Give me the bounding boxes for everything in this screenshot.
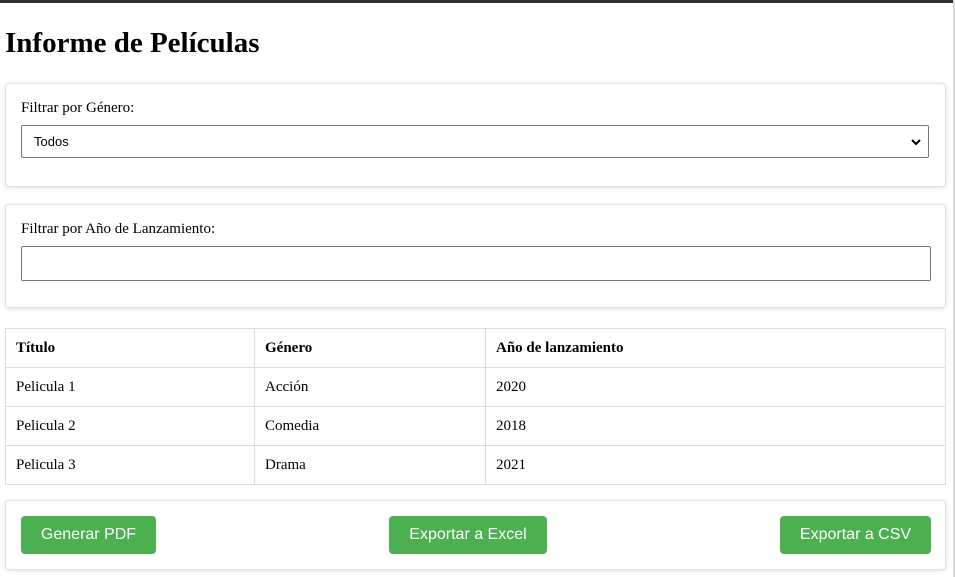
genre-filter-label: Filtrar por Género: [21, 100, 135, 116]
cell-year: 2021 [485, 445, 946, 485]
header-year: Año de lanzamiento [485, 328, 946, 368]
export-actions-card: Generar PDF Exportar a Excel Exportar a … [5, 500, 946, 570]
cell-title: Pelicula 3 [5, 445, 255, 485]
genre-select[interactable]: Todos [21, 125, 929, 158]
genre-select-value: Todos [34, 134, 69, 149]
cell-year: 2018 [485, 406, 946, 446]
genre-filter-card: Filtrar por Género: Todos [5, 83, 946, 187]
year-filter-card: Filtrar por Año de Lanzamiento: [5, 204, 946, 308]
generate-pdf-button[interactable]: Generar PDF [21, 516, 156, 554]
cell-year: 2020 [485, 367, 946, 407]
table-row: Pelicula 3 Drama 2021 [5, 445, 946, 485]
table-row: Pelicula 2 Comedia 2018 [5, 406, 946, 446]
cell-genre: Comedia [254, 406, 486, 446]
cell-title: Pelicula 2 [5, 406, 255, 446]
cell-genre: Acción [254, 367, 486, 407]
export-excel-button[interactable]: Exportar a Excel [389, 516, 547, 554]
cell-title: Pelicula 1 [5, 367, 255, 407]
header-genre: Género [254, 328, 486, 368]
movies-table: Título Género Año de lanzamiento Pelicul… [5, 328, 946, 485]
chevron-down-icon [911, 139, 921, 146]
cell-genre: Drama [254, 445, 486, 485]
page-title: Informe de Películas [5, 27, 260, 59]
window-top-bar [0, 0, 955, 3]
year-filter-label: Filtrar por Año de Lanzamiento: [21, 221, 216, 237]
year-input[interactable] [21, 246, 931, 281]
header-title: Título [5, 328, 255, 368]
table-row: Pelicula 1 Acción 2020 [5, 367, 946, 407]
table-header-row: Título Género Año de lanzamiento [5, 328, 946, 368]
export-csv-button[interactable]: Exportar a CSV [780, 516, 931, 554]
